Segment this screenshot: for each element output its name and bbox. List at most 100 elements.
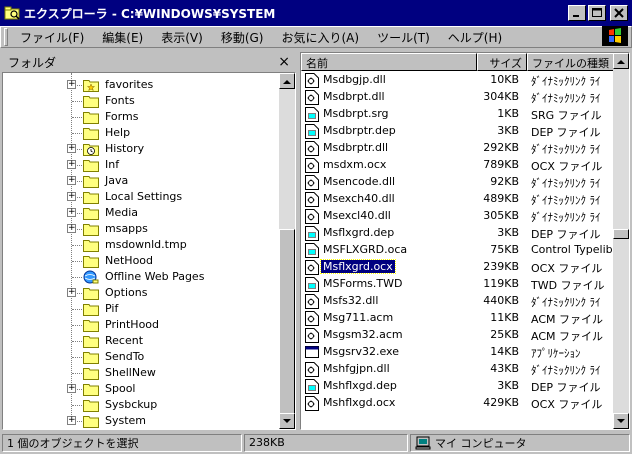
file-name: Msencode.dll (323, 175, 396, 188)
folder-pane-close-button[interactable]: × (278, 54, 290, 70)
tree-scroll-thumb[interactable] (279, 229, 295, 425)
folder-tree-item[interactable]: + Local Settings (3, 189, 279, 205)
menu-help[interactable]: ヘルプ(H) (442, 27, 508, 48)
folder-tree-item[interactable]: Forms (3, 109, 279, 125)
menu-view[interactable]: 表示(V) (155, 27, 209, 48)
expand-toggle[interactable]: + (67, 160, 76, 169)
expand-toggle[interactable]: + (67, 224, 76, 233)
tree-scroll-up-button[interactable] (279, 73, 295, 89)
file-name: Msdbrptr.dep (323, 124, 396, 137)
file-row[interactable]: msdxm.ocx 789KB OCX ファイル (301, 157, 615, 174)
system-file-icon (305, 294, 319, 309)
file-row[interactable]: Msdbgjp.dll 10KB ﾀﾞｲﾅﾐｯｸﾘﾝｸ ﾗｲ (301, 72, 615, 89)
file-row[interactable]: MSFLXGRD.oca 75KB Control Typelib (301, 242, 615, 259)
folder-icon (83, 384, 99, 396)
folder-tree-item[interactable]: SendTo (3, 349, 279, 365)
folder-tree-item-label: Help (105, 126, 131, 139)
system-file-icon (305, 328, 319, 343)
file-row[interactable]: Msencode.dll 92KB ﾀﾞｲﾅﾐｯｸﾘﾝｸ ﾗｲ (301, 174, 615, 191)
menu-go[interactable]: 移動(G) (215, 27, 270, 48)
file-icon (305, 107, 319, 122)
file-row[interactable]: Mshflxgd.ocx 429KB OCX ファイル (301, 395, 615, 412)
tree-branch-line (72, 117, 82, 118)
folder-tree-item[interactable]: + Media (3, 205, 279, 221)
folder-tree-item[interactable]: ShellNew (3, 365, 279, 381)
folder-tree-item[interactable]: Pif (3, 301, 279, 317)
file-row[interactable]: Msdbrpt.srg 1KB SRG ファイル (301, 106, 615, 123)
folder-tree-item[interactable]: Offline Web Pages (3, 269, 279, 285)
close-button[interactable] (610, 5, 628, 21)
folder-icon (83, 368, 99, 380)
folder-tree-item[interactable]: Help (3, 125, 279, 141)
folder-tree-item[interactable]: + Java (3, 173, 279, 189)
folder-tree-item[interactable]: + Spool (3, 381, 279, 397)
folder-icon (83, 224, 99, 236)
file-list-scrollbar[interactable] (613, 53, 629, 429)
folder-tree-item[interactable]: NetHood (3, 253, 279, 269)
expand-toggle[interactable]: + (67, 192, 76, 201)
expand-toggle[interactable]: + (67, 416, 76, 425)
scroll-thumb[interactable] (613, 229, 629, 239)
menu-grip[interactable] (4, 28, 8, 46)
expand-toggle[interactable]: + (67, 288, 76, 297)
file-row[interactable]: Msexcl40.dll 305KB ﾀﾞｲﾅﾐｯｸﾘﾝｸ ﾗｲ (301, 208, 615, 225)
folder-tree-item[interactable]: PrintHood (3, 317, 279, 333)
file-row[interactable]: Msflxgrd.dep 3KB DEP ファイル (301, 225, 615, 242)
file-row[interactable]: Msdbrptr.dll 292KB ﾀﾞｲﾅﾐｯｸﾘﾝｸ ﾗｲ (301, 140, 615, 157)
folder-tree-item[interactable]: + Options (3, 285, 279, 301)
folder-tree-scrollbar[interactable] (279, 73, 295, 429)
folder-tree-item[interactable]: + Inf (3, 157, 279, 173)
tree-scroll-down-button[interactable] (279, 413, 295, 429)
title-bar[interactable]: エクスプローラ - C:¥WINDOWS¥SYSTEM (0, 0, 632, 26)
folder-tree-item-label: Media (105, 206, 139, 219)
column-header-type[interactable]: ファイルの種類 (527, 53, 615, 71)
menu-tools[interactable]: ツール(T) (371, 27, 436, 48)
file-row[interactable]: Mshflxgd.dep 3KB DEP ファイル (301, 378, 615, 395)
maximize-button[interactable] (588, 5, 606, 21)
system-file-icon (305, 158, 319, 173)
file-row[interactable]: Msdbrptr.dep 3KB DEP ファイル (301, 123, 615, 140)
scroll-up-button[interactable] (613, 53, 629, 69)
offline-web-pages-icon (83, 270, 99, 284)
file-row[interactable]: Msgsrv32.exe 14KB ｱﾌﾟﾘｹｰｼｮﾝ (301, 344, 615, 361)
file-type: ﾀﾞｲﾅﾐｯｸﾘﾝｸ ﾗｲ (531, 296, 601, 309)
folder-tree-item-label: Recent (105, 334, 144, 347)
folder-tree-item-label: Local Settings (105, 190, 183, 203)
expand-toggle[interactable]: + (67, 80, 76, 89)
file-row[interactable]: Msg711.acm 11KB ACM ファイル (301, 310, 615, 327)
minimize-button[interactable] (568, 5, 586, 21)
folder-icon (83, 352, 99, 364)
expand-toggle[interactable]: + (67, 384, 76, 393)
menu-favorites[interactable]: お気に入り(A) (275, 27, 365, 48)
folder-tree-item[interactable]: + msapps (3, 221, 279, 237)
file-name: Msg711.acm (323, 311, 394, 324)
file-row-selected[interactable]: Msflxgrd.ocx 239KB OCX ファイル (301, 259, 615, 276)
folder-tree-item-label: Pif (105, 302, 119, 315)
column-header-name[interactable]: 名前 (301, 53, 477, 71)
expand-toggle[interactable]: + (67, 208, 76, 217)
file-row[interactable]: Mshfgjpn.dll 43KB ﾀﾞｲﾅﾐｯｸﾘﾝｸ ﾗｲ (301, 361, 615, 378)
file-type: ｱﾌﾟﾘｹｰｼｮﾝ (531, 347, 581, 360)
file-row[interactable]: Msexch40.dll 489KB ﾀﾞｲﾅﾐｯｸﾘﾝｸ ﾗｲ (301, 191, 615, 208)
folder-tree-item[interactable]: + System (3, 413, 279, 429)
close-icon (614, 8, 624, 18)
folder-tree-item[interactable]: Sysbckup (3, 397, 279, 413)
file-row[interactable]: Msgsm32.acm 25KB ACM ファイル (301, 327, 615, 344)
folder-tree-item[interactable]: + favorites (3, 77, 279, 93)
folder-tree-item[interactable]: Recent (3, 333, 279, 349)
file-row[interactable]: MSForms.TWD 119KB TWD ファイル (301, 276, 615, 293)
file-row[interactable]: Msfs32.dll 440KB ﾀﾞｲﾅﾐｯｸﾘﾝｸ ﾗｲ (301, 293, 615, 310)
expand-toggle[interactable]: + (67, 144, 76, 153)
folder-tree-item[interactable]: Fonts (3, 93, 279, 109)
system-file-icon (305, 175, 319, 190)
column-header-size[interactable]: サイズ (477, 53, 527, 71)
expand-toggle[interactable]: + (67, 176, 76, 185)
scroll-down-button[interactable] (613, 413, 629, 429)
file-row[interactable]: Msdbrpt.dll 304KB ﾀﾞｲﾅﾐｯｸﾘﾝｸ ﾗｲ (301, 89, 615, 106)
menu-edit[interactable]: 編集(E) (96, 27, 149, 48)
file-name: Msexch40.dll (323, 192, 395, 205)
menu-file[interactable]: ファイル(F) (14, 27, 90, 48)
folder-tree-item[interactable]: msdownld.tmp (3, 237, 279, 253)
file-type: ﾀﾞｲﾅﾐｯｸﾘﾝｸ ﾗｲ (531, 211, 601, 224)
folder-tree-item[interactable]: + History (3, 141, 279, 157)
